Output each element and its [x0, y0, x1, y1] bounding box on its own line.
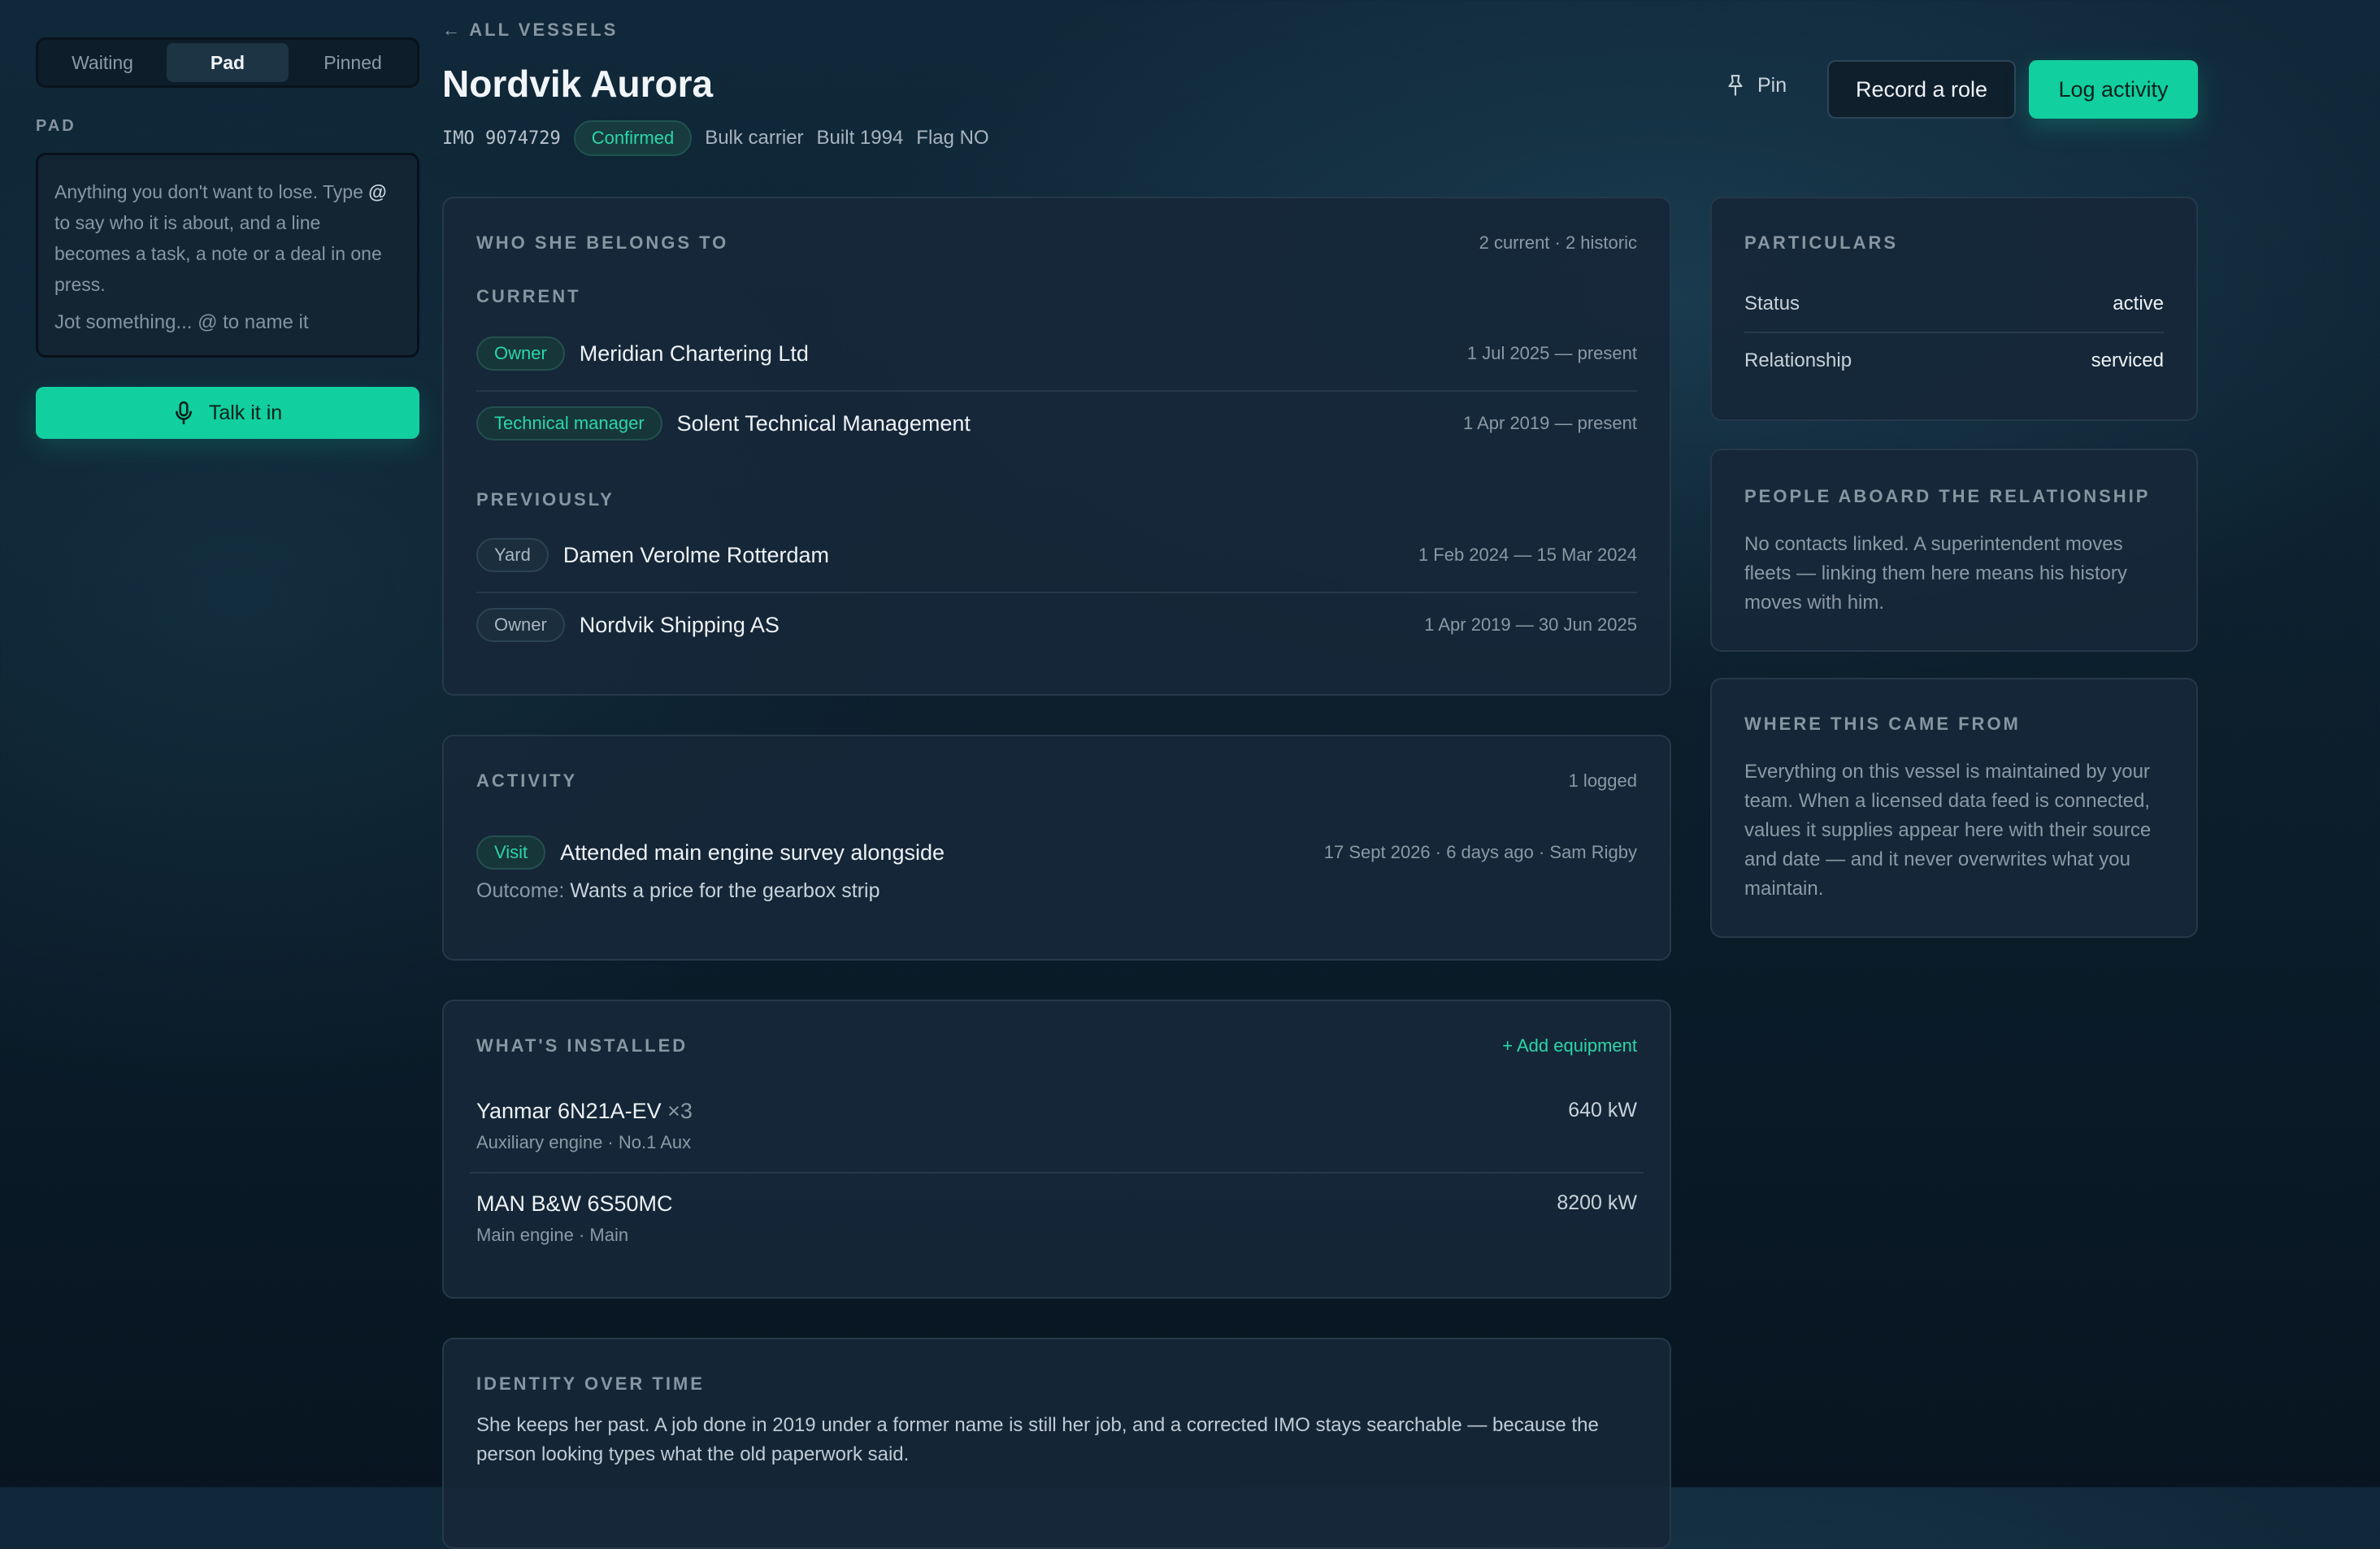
activity-card: ACTIVITY 1 logged Visit Attended main en…	[442, 735, 1671, 961]
previously-label: PREVIOUSLY	[476, 489, 615, 510]
identity-text: She keeps her past. A job done in 2019 u…	[476, 1414, 1599, 1465]
back-to-all-vessels-link[interactable]: ← ALL VESSELS	[442, 20, 618, 41]
ownership-card: WHO SHE BELONGS TO 2 current · 2 histori…	[442, 197, 1671, 696]
ownership-row[interactable]: Yard Damen Verolme Rotterdam 1 Feb 2024 …	[476, 538, 1637, 572]
activity-outcome: Outcome: Wants a price for the gearbox s…	[476, 879, 880, 903]
particular-label: Relationship	[1744, 349, 1852, 371]
row-divider	[1744, 332, 2164, 333]
particular-row: Status active	[1744, 293, 2164, 315]
pin-icon	[1728, 75, 1743, 96]
identity-title: IDENTITY OVER TIME	[476, 1373, 705, 1394]
role-tag: Technical manager	[476, 406, 662, 440]
role-tag: Owner	[476, 336, 565, 371]
row-divider	[470, 1172, 1644, 1174]
microphone-icon	[175, 401, 192, 425]
role-tag: Owner	[476, 608, 565, 642]
people-title: PEOPLE ABOARD THE RELATIONSHIP	[1744, 486, 2151, 506]
ownership-count: 2 current · 2 historic	[1479, 232, 1637, 253]
ownership-row[interactable]: Owner Meridian Chartering Ltd 1 Jul 2025…	[476, 336, 1637, 371]
equipment-name: Yanmar 6N21A-EV ×3	[476, 1099, 693, 1123]
ownership-row[interactable]: Owner Nordvik Shipping AS 1 Apr 2019 — 3…	[476, 608, 1637, 642]
role-dates: 1 Jul 2025 — present	[1466, 343, 1637, 363]
outcome-label: Outcome:	[476, 879, 565, 902]
source-text: Everything on this vessel is maintained …	[1744, 761, 2152, 900]
record-role-button[interactable]: Record a role	[1827, 60, 2016, 119]
identity-card: IDENTITY OVER TIME She keeps her past. A…	[442, 1338, 1671, 1549]
tab-pad[interactable]: Pad	[167, 43, 289, 82]
page-title: Nordvik Aurora	[442, 63, 714, 105]
role-dates: 1 Apr 2019 — 30 Jun 2025	[1424, 614, 1637, 635]
source-title: WHERE THIS CAME FROM	[1744, 714, 2021, 734]
equipment-power: 8200 kW	[1557, 1191, 1637, 1214]
outcome-text: Wants a price for the gearbox strip	[570, 879, 880, 902]
pad-section-label: PAD	[36, 117, 76, 135]
pad-tab-switcher: Waiting Pad Pinned	[36, 37, 419, 88]
role-dates: 1 Feb 2024 — 15 Mar 2024	[1418, 545, 1637, 565]
equipment-name: MAN B&W 6S50MC	[476, 1191, 673, 1216]
company-name: Meridian Chartering Ltd	[579, 341, 809, 366]
equipment-row[interactable]: Yanmar 6N21A-EV ×3 Auxiliary engine · No…	[476, 1099, 1637, 1153]
role-tag: Yard	[476, 538, 549, 572]
status-badge: Confirmed	[573, 120, 693, 156]
ownership-row[interactable]: Technical manager Solent Technical Manag…	[476, 406, 1637, 440]
particular-row: Relationship serviced	[1744, 349, 2164, 372]
vessel-type: Bulk carrier	[705, 127, 804, 149]
activity-type-tag: Visit	[476, 835, 546, 870]
tab-pinned[interactable]: Pinned	[292, 43, 414, 82]
pad-placeholder: Jot something... @ to name it	[54, 311, 309, 333]
equipment-sub: Main engine · Main	[476, 1225, 629, 1245]
equipment-qty: ×3	[667, 1099, 693, 1123]
log-activity-button[interactable]: Log activity	[2029, 60, 2198, 119]
pin-label: Pin	[1757, 73, 1787, 97]
activity-item[interactable]: Visit Attended main engine survey alongs…	[476, 835, 1637, 870]
current-label: CURRENT	[476, 286, 581, 306]
vessel-built: Built 1994	[816, 127, 904, 149]
tab-waiting[interactable]: Waiting	[41, 43, 163, 82]
talk-label: Talk it in	[208, 401, 283, 424]
activity-title-text: Attended main engine survey alongside	[560, 840, 945, 865]
pad-help-text: Anything you don't want to lose. Type @ …	[54, 181, 387, 295]
pad-textarea[interactable]: Anything you don't want to lose. Type @ …	[36, 153, 419, 358]
particular-value: active	[2113, 293, 2164, 315]
company-name: Solent Technical Management	[676, 410, 971, 436]
particulars-title: PARTICULARS	[1744, 232, 1899, 253]
talk-it-in-button[interactable]: Talk it in	[36, 387, 419, 439]
activity-title: ACTIVITY	[476, 770, 578, 791]
company-name: Nordvik Shipping AS	[579, 612, 780, 637]
activity-meta: 17 Sept 2026 · 6 days ago · Sam Rigby	[1323, 842, 1637, 862]
activity-count: 1 logged	[1568, 770, 1637, 791]
add-equipment-link[interactable]: + Add equipment	[1502, 1035, 1637, 1057]
equipment-power: 640 kW	[1568, 1099, 1637, 1122]
people-text: No contacts linked. A superintendent mov…	[1744, 533, 2127, 614]
equipment-row[interactable]: MAN B&W 6S50MC Main engine · Main 8200 k…	[476, 1191, 1637, 1246]
company-name: Damen Verolme Rotterdam	[562, 542, 829, 567]
people-card: PEOPLE ABOARD THE RELATIONSHIP No contac…	[1710, 449, 2198, 652]
pin-button[interactable]: Pin	[1725, 73, 1787, 98]
particulars-card: PARTICULARS Status active Relationship s…	[1710, 197, 2198, 421]
role-dates: 1 Apr 2019 — present	[1462, 413, 1637, 433]
particular-label: Status	[1744, 293, 1800, 315]
row-divider	[476, 390, 1637, 392]
source-card: WHERE THIS CAME FROM Everything on this …	[1710, 678, 2198, 938]
particular-value: serviced	[2091, 349, 2164, 371]
installed-title: WHAT'S INSTALLED	[476, 1035, 688, 1056]
vessel-meta: IMO 9074729 Confirmed Bulk carrier Built…	[442, 119, 989, 158]
equipment-sub: Auxiliary engine · No.1 Aux	[476, 1132, 692, 1152]
row-divider	[476, 592, 1637, 593]
vessel-flag: Flag NO	[916, 127, 989, 149]
ownership-title: WHO SHE BELONGS TO	[476, 232, 729, 253]
installed-card: WHAT'S INSTALLED + Add equipment Yanmar …	[442, 1000, 1671, 1299]
imo-number: IMO 9074729	[442, 128, 561, 149]
